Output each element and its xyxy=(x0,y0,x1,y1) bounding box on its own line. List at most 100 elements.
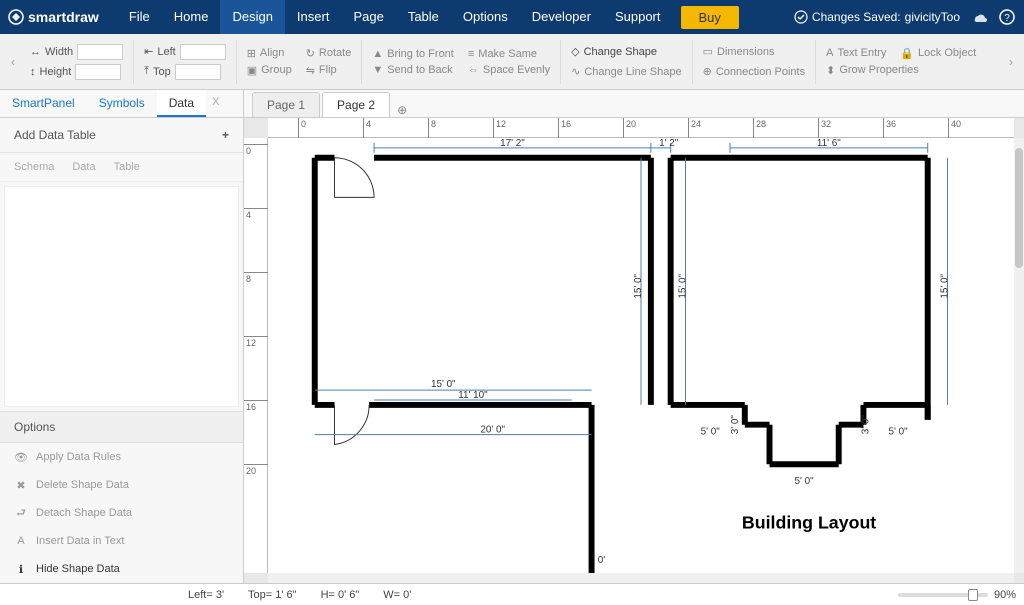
option-detach-shape-data[interactable]: ⮐Detach Shape Data xyxy=(0,499,243,527)
change-shape-button[interactable]: ◇Change Shape xyxy=(571,45,681,58)
status-h: H= 0' 6" xyxy=(321,589,360,601)
make-same-button[interactable]: ≡Make Same xyxy=(468,48,550,60)
save-status-prefix: Changes Saved: xyxy=(812,10,901,24)
ribbon-group-pos: ⇤ Left ⤒ Top xyxy=(134,40,237,84)
horizontal-ruler: 0481216202428323640 xyxy=(268,118,1014,138)
grow-props-button[interactable]: ⬍Grow Properties xyxy=(826,64,976,77)
ribbon-group-text: AText Entry 🔒Lock Object ⬍Grow Propertie… xyxy=(816,40,986,84)
top-label: Top xyxy=(153,66,171,78)
dim-17-2: 17' 2" xyxy=(500,138,525,149)
side-tab-symbols[interactable]: Symbols xyxy=(87,90,157,117)
menu-options[interactable]: Options xyxy=(451,0,520,34)
zoom-slider[interactable] xyxy=(898,593,988,597)
plus-icon: + xyxy=(222,128,229,142)
top-icon: ⤒ xyxy=(144,65,149,78)
horizontal-scrollbar[interactable] xyxy=(268,573,1014,583)
flip-button[interactable]: ⇋Flip xyxy=(306,64,352,77)
main-area: Add Data Table + Schema Data Table Options… xyxy=(0,118,1024,583)
detach-icon: ⮐ xyxy=(14,506,28,520)
menu-developer[interactable]: Developer xyxy=(520,0,603,34)
height-input[interactable] xyxy=(75,64,121,80)
close-panel-icon[interactable]: X xyxy=(206,90,225,117)
align-button[interactable]: ⊞Align xyxy=(247,47,292,60)
side-tab-data[interactable]: Data xyxy=(157,90,206,117)
data-subtab-schema[interactable]: Schema xyxy=(14,161,54,173)
vertical-ruler: 048121620 xyxy=(244,138,268,573)
add-data-table-row[interactable]: Add Data Table + xyxy=(0,118,243,153)
data-subtab-data[interactable]: Data xyxy=(72,161,95,173)
dim-0: 0' xyxy=(598,555,605,566)
option-delete-shape-data[interactable]: ✖Delete Shape Data xyxy=(0,471,243,499)
buy-button[interactable]: Buy xyxy=(681,6,739,29)
doc-tab-page-1[interactable]: Page 1 xyxy=(252,92,320,117)
save-status-user: givicityToo xyxy=(905,10,960,24)
dim-15-0-a: 15' 0" xyxy=(633,274,644,299)
side-tab-smartpanel[interactable]: SmartPanel xyxy=(0,90,87,117)
logo-icon xyxy=(8,9,24,25)
data-table-blank-area xyxy=(4,186,239,407)
lock-object-button[interactable]: 🔒Lock Object xyxy=(900,47,976,60)
help-icon[interactable]: ? xyxy=(998,8,1016,26)
ribbon-group-shape: ◇Change Shape ∿Change Line Shape xyxy=(561,40,692,84)
change-line-button[interactable]: ∿Change Line Shape xyxy=(571,65,681,78)
check-circle-icon xyxy=(794,10,808,24)
info-icon: ℹ xyxy=(14,562,28,576)
menu-page[interactable]: Page xyxy=(341,0,395,34)
ribbon-group-arrange1: ⊞Align ↻Rotate ▣Group ⇋Flip xyxy=(237,40,363,84)
status-w: W= 0' xyxy=(383,589,411,601)
menu-bar: smartdraw FileHomeDesignInsertPageTableO… xyxy=(0,0,1024,34)
floor-plan: 17' 2" 1' 2" 11' 6" 15' 0" 15' 0" 15' 0"… xyxy=(268,138,1014,573)
side-panel-tabs: SmartPanelSymbolsDataX xyxy=(0,90,244,117)
ribbon-group-size: ↔Width ↕Height xyxy=(20,40,134,84)
menu-table[interactable]: Table xyxy=(396,0,451,34)
left-icon: ⇤ xyxy=(144,45,153,58)
height-label: Height xyxy=(40,66,72,78)
dimensions-button[interactable]: ▭Dimensions xyxy=(703,45,806,58)
svg-text:?: ? xyxy=(1004,13,1010,24)
panel-tabs-row: SmartPanelSymbolsDataX Page 1Page 2⊕ xyxy=(0,90,1024,118)
status-left: Left= 3' xyxy=(188,589,224,601)
menu-support[interactable]: Support xyxy=(603,0,673,34)
ribbon-next-arrow[interactable]: › xyxy=(1004,34,1018,90)
data-subtab-table[interactable]: Table xyxy=(114,161,140,173)
status-top: Top= 1' 6" xyxy=(248,589,297,601)
width-input[interactable] xyxy=(77,44,123,60)
cloud-icon[interactable] xyxy=(970,8,988,26)
option-insert-data-in-text[interactable]: AInsert Data in Text xyxy=(0,527,243,555)
dim-3-0-a: 3' 0" xyxy=(730,415,741,435)
add-page-icon[interactable]: ⊕ xyxy=(392,103,412,117)
doc-tab-page-2[interactable]: Page 2 xyxy=(322,92,390,117)
space-evenly-button[interactable]: ⇔Space Evenly xyxy=(468,64,550,76)
status-bar: Left= 3' Top= 1' 6" H= 0' 6" W= 0' 90% xyxy=(0,583,1024,605)
left-label: Left xyxy=(157,46,175,58)
height-icon: ↕ xyxy=(30,66,36,78)
ribbon-group-arrange2: ▲Bring to Front ≡Make Same ▼Send to Back… xyxy=(362,40,561,84)
x-icon: ✖ xyxy=(14,478,28,492)
option-apply-data-rules[interactable]: 👁Apply Data Rules xyxy=(0,443,243,471)
dim-5-0-c: 5' 0" xyxy=(795,476,815,487)
ribbon-prev-arrow[interactable]: ‹ xyxy=(6,34,20,90)
rotate-button[interactable]: ↻Rotate xyxy=(306,47,352,60)
menu-home[interactable]: Home xyxy=(162,0,221,34)
options-header: Options xyxy=(0,411,243,443)
logo-text: smartdraw xyxy=(28,9,99,25)
bring-front-button[interactable]: ▲Bring to Front xyxy=(372,48,454,60)
menu-file[interactable]: File xyxy=(117,0,162,34)
drawing-canvas[interactable]: 17' 2" 1' 2" 11' 6" 15' 0" 15' 0" 15' 0"… xyxy=(268,138,1014,573)
left-input[interactable] xyxy=(180,44,226,60)
send-back-button[interactable]: ▼Send to Back xyxy=(372,64,454,76)
menu-insert[interactable]: Insert xyxy=(285,0,342,34)
conn-points-button[interactable]: ⊕Connection Points xyxy=(703,65,806,78)
data-subtabs: Schema Data Table xyxy=(0,153,243,182)
vertical-scrollbar[interactable] xyxy=(1014,138,1024,573)
width-label: Width xyxy=(45,46,73,58)
text-entry-button[interactable]: AText Entry xyxy=(826,47,886,60)
dim-15-0-c: 15' 0" xyxy=(939,274,950,299)
eye-icon: 👁 xyxy=(14,450,28,464)
zoom-control[interactable]: 90% xyxy=(898,589,1016,601)
A-icon: A xyxy=(14,534,28,548)
menu-design[interactable]: Design xyxy=(220,0,284,34)
group-button[interactable]: ▣Group xyxy=(247,64,292,77)
option-hide-shape-data[interactable]: ℹHide Shape Data xyxy=(0,555,243,583)
top-input[interactable] xyxy=(175,64,221,80)
